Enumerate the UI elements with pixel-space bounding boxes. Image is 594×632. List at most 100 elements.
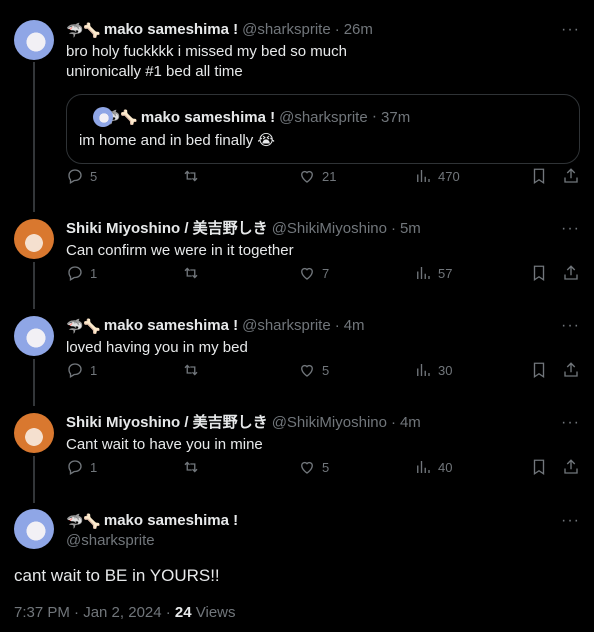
timestamp[interactable]: 7:37 PM · Jan 2, 2024 · (14, 604, 175, 621)
retweet-button[interactable] (182, 361, 206, 379)
reply-count: 1 (90, 265, 98, 281)
name-emoji: 🦈🦴 (66, 513, 101, 529)
avatar[interactable] (14, 316, 54, 356)
separator: · (334, 21, 340, 38)
display-name[interactable]: mako sameshima ! (104, 20, 238, 40)
tweet[interactable]: 🦈🦴 mako sameshima ! @sharksprite · 4m ··… (0, 297, 594, 394)
share-button[interactable] (562, 167, 580, 185)
like-button[interactable]: 5 (298, 361, 329, 379)
retweet-button[interactable] (182, 167, 206, 185)
separator: · (390, 220, 396, 237)
tweet-meta: 7:37 PM · Jan 2, 2024 · 24 Views (14, 604, 236, 621)
reply-count: 5 (90, 168, 98, 184)
retweet-icon (184, 267, 198, 279)
share-icon (564, 459, 578, 474)
timestamp[interactable]: 5m (400, 219, 421, 239)
views-label: Views (191, 604, 236, 621)
reply-button[interactable]: 1 (66, 458, 97, 476)
display-name[interactable]: Shiki Miyoshino / 美吉野しき (66, 219, 268, 239)
quote-text: im home and in bed finally 😭 (79, 132, 275, 149)
heart-icon (301, 364, 313, 377)
bookmark-button[interactable] (530, 458, 548, 476)
like-button[interactable]: 7 (298, 264, 329, 282)
display-name[interactable]: mako sameshima ! (104, 316, 238, 336)
name-emoji: 🦈🦴 (66, 318, 101, 334)
share-icon (564, 362, 578, 377)
reply-count: 1 (90, 459, 98, 475)
bookmark-button[interactable] (530, 264, 548, 282)
reply-icon (68, 266, 82, 281)
reply-button[interactable]: 1 (66, 361, 97, 379)
timestamp[interactable]: 4m (344, 316, 365, 336)
more-icon[interactable]: ··· (561, 415, 580, 431)
reply-count: 1 (90, 362, 98, 378)
retweet-icon (184, 461, 198, 473)
tweet-text: Can confirm we were in it together (66, 242, 294, 259)
more-icon[interactable]: ··· (561, 22, 580, 38)
display-name: mako sameshima ! (140, 108, 276, 126)
views-chart-icon (417, 170, 430, 182)
name-emoji: 🦈🦴 (66, 22, 101, 38)
like-count: 5 (322, 459, 330, 475)
views-button[interactable]: 57 (414, 264, 452, 282)
like-button[interactable]: 21 (298, 167, 336, 185)
display-name[interactable]: Shiki Miyoshino / 美吉野しき (66, 413, 268, 433)
tweet[interactable]: Shiki Miyoshino / 美吉野しき @ShikiMiyoshino … (0, 394, 594, 491)
views-count: 30 (438, 362, 453, 378)
views-chart-icon (417, 364, 430, 376)
handle[interactable]: @sharksprite (242, 20, 331, 40)
more-icon[interactable]: ··· (561, 318, 580, 334)
quote-tweet[interactable]: 🦈🦴 mako sameshima ! @sharksprite · 37m i… (66, 94, 580, 164)
tweet[interactable]: Shiki Miyoshino / 美吉野しき @ShikiMiyoshino … (0, 200, 594, 297)
tweet-text: bro holy fuckkkk i missed my bed so much… (66, 43, 347, 80)
avatar[interactable] (14, 219, 54, 259)
bookmark-button[interactable] (530, 167, 548, 185)
share-button[interactable] (562, 264, 580, 282)
share-button[interactable] (562, 458, 580, 476)
timestamp[interactable]: 26m (344, 20, 373, 40)
views-chart-icon (417, 267, 430, 279)
like-count: 21 (322, 168, 337, 184)
more-icon[interactable]: ··· (561, 513, 580, 529)
bookmark-icon (533, 265, 545, 282)
timestamp: 37m (381, 108, 411, 126)
reply-button[interactable]: 5 (66, 167, 97, 185)
bookmark-button[interactable] (530, 361, 548, 379)
reply-button[interactable]: 1 (66, 264, 97, 282)
views-button[interactable]: 470 (414, 167, 460, 185)
handle[interactable]: @sharksprite (66, 531, 580, 551)
handle: @sharksprite (279, 108, 368, 126)
like-count: 7 (322, 265, 330, 281)
heart-icon (301, 170, 313, 183)
share-button[interactable] (562, 361, 580, 379)
bookmark-icon (533, 362, 545, 379)
tweet-text: Cant wait to have you in mine (66, 436, 263, 453)
views-button[interactable]: 40 (414, 458, 452, 476)
retweet-button[interactable] (182, 264, 206, 282)
avatar[interactable] (14, 20, 54, 60)
bookmark-icon (533, 168, 545, 185)
handle[interactable]: @ShikiMiyoshino (272, 219, 387, 239)
like-button[interactable]: 5 (298, 458, 329, 476)
reply-icon (68, 169, 82, 184)
retweet-icon (184, 364, 198, 376)
avatar[interactable] (14, 413, 54, 453)
retweet-button[interactable] (182, 458, 206, 476)
tweet[interactable]: 🦈🦴 mako sameshima ! @sharksprite · 26m ·… (0, 0, 594, 200)
views-button[interactable]: 30 (414, 361, 452, 379)
handle[interactable]: @sharksprite (242, 316, 331, 336)
retweet-icon (184, 170, 198, 182)
heart-icon (301, 267, 313, 280)
main-tweet-text: cant wait to BE in YOURS!! (14, 566, 220, 585)
separator: · (334, 317, 340, 334)
like-count: 5 (322, 362, 330, 378)
views-count: 470 (438, 168, 460, 184)
timestamp[interactable]: 4m (400, 413, 421, 433)
tweet-text: loved having you in my bed (66, 339, 248, 356)
display-name[interactable]: mako sameshima ! (104, 511, 238, 531)
bookmark-icon (533, 459, 545, 476)
more-icon[interactable]: ··· (561, 221, 580, 237)
views-count: 24 (174, 604, 192, 621)
handle[interactable]: @ShikiMiyoshino (272, 413, 387, 433)
avatar[interactable] (14, 509, 54, 549)
